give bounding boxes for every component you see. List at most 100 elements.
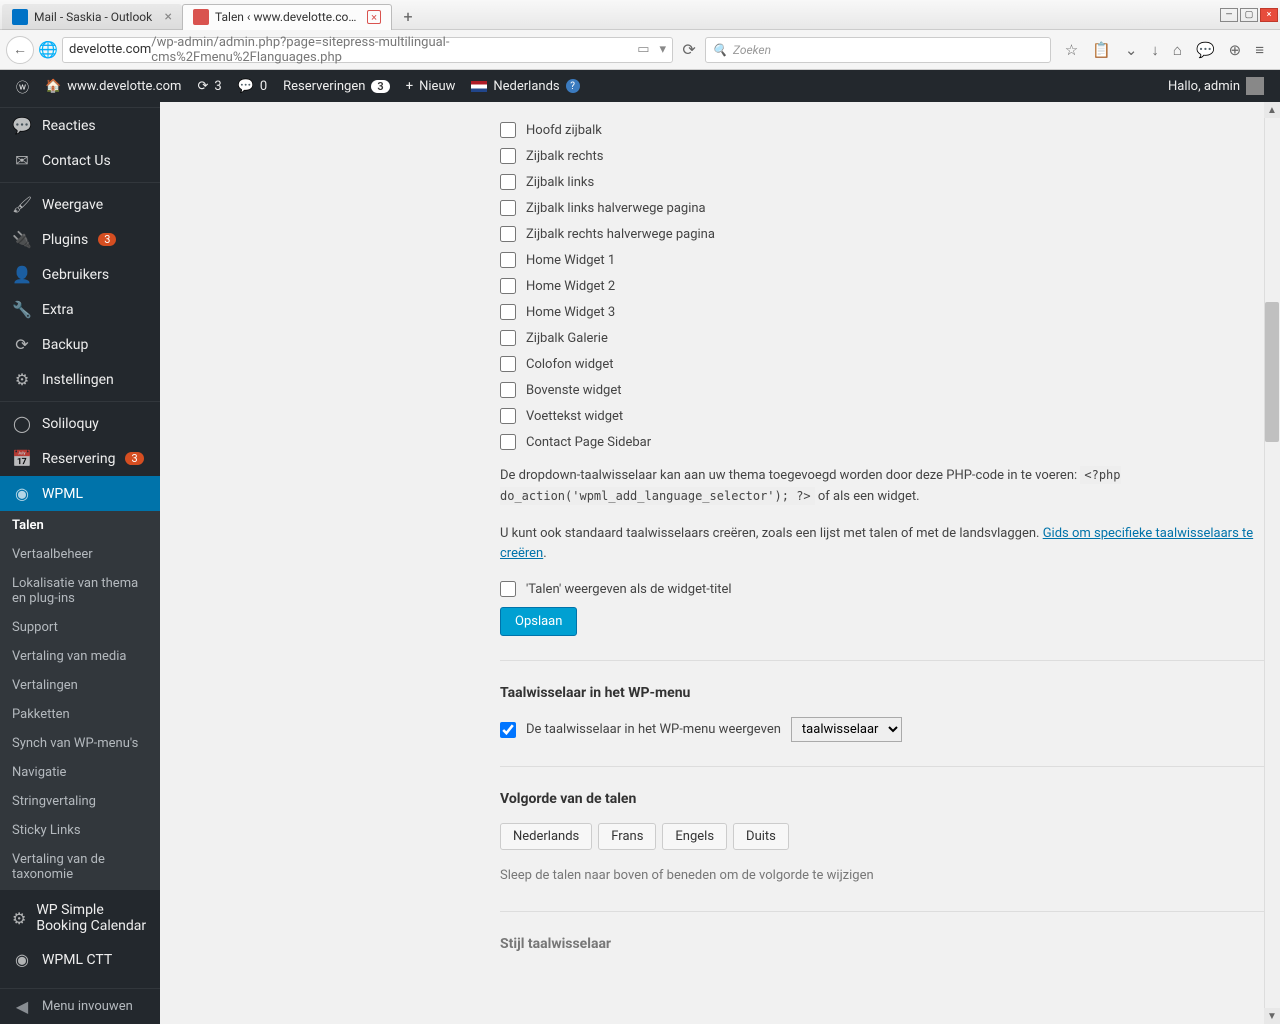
maximize-button[interactable]: ▢ — [1240, 8, 1258, 22]
widget-checkbox[interactable] — [500, 148, 516, 164]
collapse-icon: ◀ — [12, 997, 32, 1016]
close-tab-icon[interactable]: × — [165, 9, 172, 25]
clipboard-icon[interactable]: 📋 — [1092, 41, 1111, 59]
account-link[interactable]: Hallo, admin — [1160, 77, 1272, 95]
submenu-item[interactable]: Synch van WP-menu's — [0, 729, 160, 758]
url-bar[interactable]: develotte.com/wp-admin/admin.php?page=si… — [62, 37, 673, 63]
submenu-item[interactable]: Support — [0, 613, 160, 642]
sidebar-item-weergave[interactable]: 🖌Weergave — [0, 187, 160, 222]
menu-switcher-option: De taalwisselaar in het WP-menu weergeve… — [500, 717, 1280, 742]
close-tab-icon[interactable]: × — [367, 10, 381, 24]
language-chip[interactable]: Nederlands — [500, 823, 592, 850]
sidebar-item-extra[interactable]: 🔧Extra — [0, 292, 160, 327]
submenu-item[interactable]: Stringvertaling — [0, 787, 160, 816]
content-area: Hoofd zijbalkZijbalk rechtsZijbalk links… — [160, 102, 1280, 1024]
sidebar-item-backup[interactable]: ⟳Backup — [0, 327, 160, 362]
downloads-icon[interactable]: ↓ — [1151, 41, 1159, 59]
widget-checkbox[interactable] — [500, 382, 516, 398]
reservations-link[interactable]: Reserveringen3 — [275, 79, 398, 94]
widget-checkbox-row: Home Widget 2 — [500, 278, 1280, 294]
minimize-button[interactable]: — — [1220, 8, 1238, 22]
language-chip[interactable]: Engels — [662, 823, 727, 850]
pocket-icon[interactable]: ⌄ — [1125, 41, 1138, 59]
wp-logo[interactable]: ⓦ — [8, 77, 37, 96]
widget-title-checkbox[interactable] — [500, 581, 516, 597]
close-window-button[interactable]: × — [1260, 8, 1278, 22]
scroll-up-button[interactable]: ▲ — [1264, 102, 1280, 118]
new-link[interactable]: +Nieuw — [398, 79, 464, 94]
submenu-item[interactable]: Vertaalbeheer — [0, 540, 160, 569]
widget-checkbox[interactable] — [500, 174, 516, 190]
back-button[interactable]: ← — [6, 36, 34, 64]
dropdown-icon[interactable]: ▾ — [659, 42, 666, 57]
widget-checkbox-row: Bovenste widget — [500, 382, 1280, 398]
tab-title: Talen ‹ www.develotte.com — ... — [215, 10, 361, 24]
menu-icon: 👤 — [12, 265, 32, 284]
sidebar-item-contact-us[interactable]: ✉Contact Us — [0, 143, 160, 178]
submenu-item[interactable]: Talen — [0, 511, 160, 540]
updates-link[interactable]: ⟳3 — [189, 79, 229, 94]
submenu-item[interactable]: Vertalingen — [0, 671, 160, 700]
new-tab-button[interactable]: + — [396, 6, 420, 28]
save-button[interactable]: Opslaan — [500, 607, 577, 636]
bookmark-icon[interactable]: ☆ — [1065, 41, 1078, 59]
avatar-icon — [1246, 77, 1264, 95]
browser-tab-active[interactable]: Talen ‹ www.develotte.com — ... × — [182, 4, 392, 30]
widget-checkbox[interactable] — [500, 252, 516, 268]
chat-icon[interactable]: 💬 — [1196, 41, 1215, 59]
submenu-item[interactable]: Vertaling van de taxonomie — [0, 845, 160, 889]
comments-link[interactable]: 💬0 — [230, 79, 276, 94]
widget-checkbox[interactable] — [500, 304, 516, 320]
language-chip[interactable]: Duits — [733, 823, 789, 850]
menu-select[interactable]: taalwisselaar — [791, 717, 902, 742]
language-chip[interactable]: Frans — [598, 823, 656, 850]
wp-admin-bar: ⓦ 🏠www.develotte.com ⟳3 💬0 Reserveringen… — [0, 70, 1280, 102]
language-link[interactable]: Nederlands? — [463, 79, 587, 94]
submenu-item[interactable]: Navigatie — [0, 758, 160, 787]
sidebar-item-reservering[interactable]: 📅Reservering3 — [0, 441, 160, 476]
home-icon[interactable]: ⌂ — [1173, 41, 1182, 59]
url-domain: develotte.com — [69, 42, 151, 57]
browser-tab[interactable]: Mail - Saskia - Outlook × — [2, 4, 182, 30]
submenu-item[interactable]: Pakketten — [0, 700, 160, 729]
widget-checkbox[interactable] — [500, 200, 516, 216]
widget-checkbox[interactable] — [500, 122, 516, 138]
widget-checkbox[interactable] — [500, 434, 516, 450]
widget-checkbox[interactable] — [500, 226, 516, 242]
outlook-favicon-icon — [12, 9, 28, 25]
sidebar-item-soliloquy[interactable]: ◯Soliloquy — [0, 406, 160, 441]
menu-icon: ⟳ — [12, 335, 32, 354]
widget-checkbox[interactable] — [500, 330, 516, 346]
search-bar[interactable]: 🔍 Zoeken — [705, 37, 1051, 63]
collapse-menu[interactable]: ◀ Menu invouwen — [0, 988, 160, 1024]
scrollbar-thumb[interactable] — [1265, 302, 1279, 442]
submenu-item[interactable]: Lokalisatie van thema en plug-ins — [0, 569, 160, 613]
widget-checkbox[interactable] — [500, 408, 516, 424]
widget-checkbox[interactable] — [500, 278, 516, 294]
sidebar-item-gebruikers[interactable]: 👤Gebruikers — [0, 257, 160, 292]
menu-switcher-checkbox[interactable] — [500, 722, 516, 738]
browser-tab-bar: Mail - Saskia - Outlook × Talen ‹ www.de… — [0, 0, 1280, 30]
style-section-heading: Stijl taalwisselaar — [500, 936, 1280, 952]
scrollbar[interactable]: ▲ ▼ — [1264, 102, 1280, 1024]
menu-icon[interactable]: ≡ — [1255, 41, 1264, 59]
site-link[interactable]: 🏠www.develotte.com — [37, 79, 189, 94]
sidebar-item-plugins[interactable]: 🔌Plugins3 — [0, 222, 160, 257]
submenu-item[interactable]: Vertaling van media — [0, 642, 160, 671]
sidebar-item-wp-simple-booking-calendar[interactable]: ⚙WP Simple Booking Calendar — [0, 894, 160, 942]
sidebar-item-instellingen[interactable]: ⚙Instellingen — [0, 362, 160, 397]
help-icon[interactable]: ? — [566, 79, 580, 93]
order-section-heading: Volgorde van de talen — [500, 791, 1280, 807]
sidebar-item-wpml[interactable]: ◉WPML — [0, 476, 160, 511]
addon-icon[interactable]: ⊕ — [1229, 41, 1242, 59]
sidebar-item-wpml-ctt[interactable]: ◉WPML CTT — [0, 942, 160, 977]
widget-checkbox-row: Zijbalk rechts — [500, 148, 1280, 164]
submenu-item[interactable]: Sticky Links — [0, 816, 160, 845]
scroll-down-button[interactable]: ▼ — [1264, 1008, 1280, 1024]
widget-checkbox[interactable] — [500, 356, 516, 372]
reload-button[interactable]: ⟳ — [677, 40, 701, 59]
menu-icon: ⚙ — [12, 909, 26, 928]
reader-icon[interactable]: ▭ — [637, 42, 649, 57]
sidebar-item-reacties[interactable]: 💬Reacties — [0, 108, 160, 143]
globe-icon: 🌐 — [38, 40, 58, 59]
